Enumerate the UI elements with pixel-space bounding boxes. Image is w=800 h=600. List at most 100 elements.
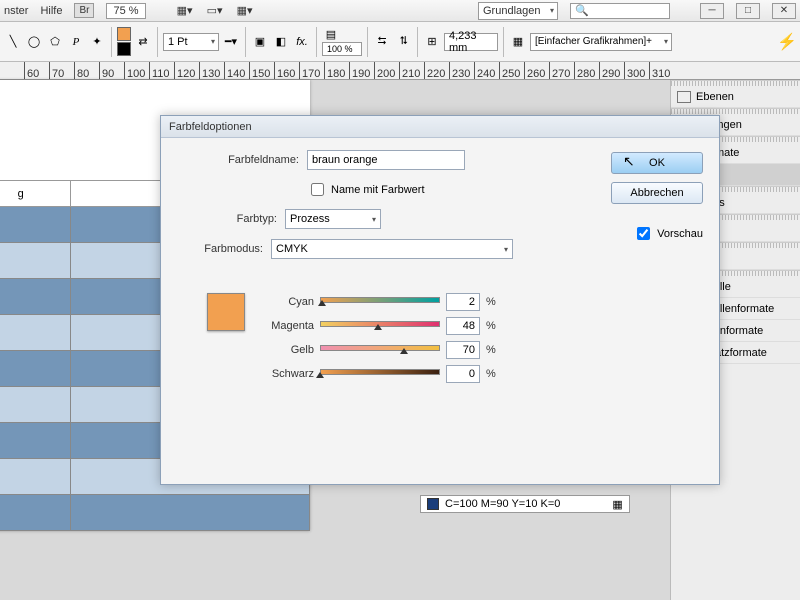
- ruler-tick: 270: [549, 62, 570, 80]
- screen-mode-icon[interactable]: ▭▾: [206, 2, 224, 20]
- search-input[interactable]: 🔍: [570, 3, 670, 19]
- ruler-tick: 90: [99, 62, 114, 80]
- name-with-value-label: Name mit Farbwert: [331, 184, 425, 196]
- opacity-icon[interactable]: ▤: [322, 27, 340, 41]
- slider-track[interactable]: [320, 321, 440, 331]
- swatch-name-input[interactable]: [307, 150, 465, 170]
- name-with-value-checkbox[interactable]: [311, 183, 324, 196]
- color-mode-label: Farbmodus:: [177, 243, 271, 255]
- convert-shape-icon[interactable]: ✦: [88, 33, 106, 51]
- frame-fit-select[interactable]: [Einfacher Grafikrahmen]+: [530, 33, 672, 51]
- menu-item[interactable]: Hilfe: [40, 5, 62, 17]
- calendar-cell[interactable]: [0, 279, 71, 315]
- slider-value-input[interactable]: [446, 317, 480, 335]
- ruler-tick: 240: [474, 62, 495, 80]
- cursor-icon: ↖: [623, 153, 635, 170]
- calendar-header: g: [0, 181, 71, 207]
- menubar: nster Hilfe Br 75 % ▦▾ ▭▾ ▦▾ Grundlagen …: [0, 0, 800, 22]
- polygon-tool-icon[interactable]: ⬠: [46, 33, 64, 51]
- slider-value-input[interactable]: [446, 293, 480, 311]
- menu-item[interactable]: nster: [4, 5, 28, 17]
- ruler-tick: 110: [149, 62, 170, 80]
- swatch-name-label: Farbfeldname:: [177, 154, 307, 166]
- percent-label: %: [486, 344, 498, 356]
- swatch-type-icon: ▦: [612, 498, 622, 511]
- slider-value-input[interactable]: [446, 365, 480, 383]
- ruler-tick: 150: [249, 62, 270, 80]
- fx-icon[interactable]: fx.: [293, 33, 311, 51]
- dimensions-icon[interactable]: ⊞: [423, 33, 441, 51]
- slider-thumb[interactable]: [316, 372, 324, 378]
- ruler-tick: 100: [124, 62, 145, 80]
- slider-thumb[interactable]: [318, 300, 326, 306]
- quick-apply-icon[interactable]: ⚡: [778, 33, 796, 51]
- ruler-tick: 120: [174, 62, 195, 80]
- ruler-tick: 310: [649, 62, 670, 80]
- flip-h-icon[interactable]: ⮀: [373, 33, 391, 51]
- dialog-title: Farbfeldoptionen: [161, 116, 719, 138]
- preview-checkbox[interactable]: [637, 227, 650, 240]
- calendar-cell[interactable]: [0, 459, 71, 495]
- color-type-select[interactable]: Prozess: [285, 209, 381, 229]
- ruler-tick: 170: [299, 62, 320, 80]
- maximize-button[interactable]: □: [736, 3, 760, 19]
- slider-row-cyan: Cyan%: [256, 290, 498, 314]
- fill-swatch[interactable]: [117, 27, 131, 41]
- fitting-icon[interactable]: ▦: [509, 33, 527, 51]
- ruler-tick: 220: [424, 62, 445, 80]
- stroke-swatch[interactable]: [117, 42, 131, 56]
- ruler-tick: 290: [599, 62, 620, 80]
- bridge-button[interactable]: Br: [74, 3, 94, 18]
- stroke-style-icon[interactable]: ━▾: [222, 33, 240, 51]
- calendar-cell[interactable]: [0, 243, 71, 279]
- slider-track[interactable]: [320, 297, 440, 307]
- view-options-icon[interactable]: ▦▾: [176, 2, 194, 20]
- minimize-button[interactable]: ─: [700, 3, 724, 19]
- measure-input[interactable]: 4,233 mm: [444, 33, 498, 51]
- scale-input[interactable]: 100 %: [322, 42, 362, 56]
- panel-label: Ebenen: [696, 91, 734, 103]
- ruler-tick: 210: [399, 62, 420, 80]
- ruler-tick: 140: [224, 62, 245, 80]
- ruler-tick: 280: [574, 62, 595, 80]
- slider-track[interactable]: [320, 345, 440, 355]
- wrap-icon-2[interactable]: ◧: [272, 33, 290, 51]
- slider-label: Magenta: [256, 320, 314, 332]
- calendar-cell[interactable]: [0, 495, 71, 531]
- slider-value-input[interactable]: [446, 341, 480, 359]
- ruler-tick: 180: [324, 62, 345, 80]
- workspace-dropdown[interactable]: Grundlagen: [478, 2, 558, 20]
- wrap-icon-1[interactable]: ▣: [251, 33, 269, 51]
- flip-v-icon[interactable]: ⮁: [394, 33, 412, 51]
- ruler-tick: 60: [24, 62, 39, 80]
- slider-thumb[interactable]: [400, 348, 408, 354]
- slider-track[interactable]: [320, 369, 440, 379]
- calendar-cell[interactable]: [71, 495, 310, 531]
- panel-item[interactable]: Ebenen: [671, 86, 800, 108]
- swap-colors-icon[interactable]: ⇄: [134, 33, 152, 51]
- calendar-cell[interactable]: [0, 423, 71, 459]
- ok-button[interactable]: ↖ OK: [611, 152, 703, 174]
- slider-label: Gelb: [256, 344, 314, 356]
- calendar-cell[interactable]: [0, 315, 71, 351]
- cancel-button[interactable]: Abbrechen: [611, 182, 703, 204]
- stroke-weight-select[interactable]: 1 Pt: [163, 33, 219, 51]
- panel-icon: [677, 91, 691, 103]
- calendar-cell[interactable]: [0, 351, 71, 387]
- slider-row-black: Schwarz%: [256, 362, 498, 386]
- slider-row-yellow: Gelb%: [256, 338, 498, 362]
- slider-label: Schwarz: [256, 368, 314, 380]
- placeholder-p-icon[interactable]: P: [67, 33, 85, 51]
- line-tool-icon[interactable]: ╲: [4, 33, 22, 51]
- zoom-level[interactable]: 75 %: [106, 3, 145, 19]
- slider-label: Cyan: [256, 296, 314, 308]
- swatch-status-row[interactable]: C=100 M=90 Y=10 K=0 ▦: [420, 495, 630, 513]
- calendar-cell[interactable]: [0, 207, 71, 243]
- ellipse-tool-icon[interactable]: ◯: [25, 33, 43, 51]
- calendar-cell[interactable]: [0, 387, 71, 423]
- close-button[interactable]: ✕: [772, 3, 796, 19]
- slider-thumb[interactable]: [374, 324, 382, 330]
- arrange-icon[interactable]: ▦▾: [236, 2, 254, 20]
- color-mode-select[interactable]: CMYK: [271, 239, 513, 259]
- ruler-tick: 70: [49, 62, 64, 80]
